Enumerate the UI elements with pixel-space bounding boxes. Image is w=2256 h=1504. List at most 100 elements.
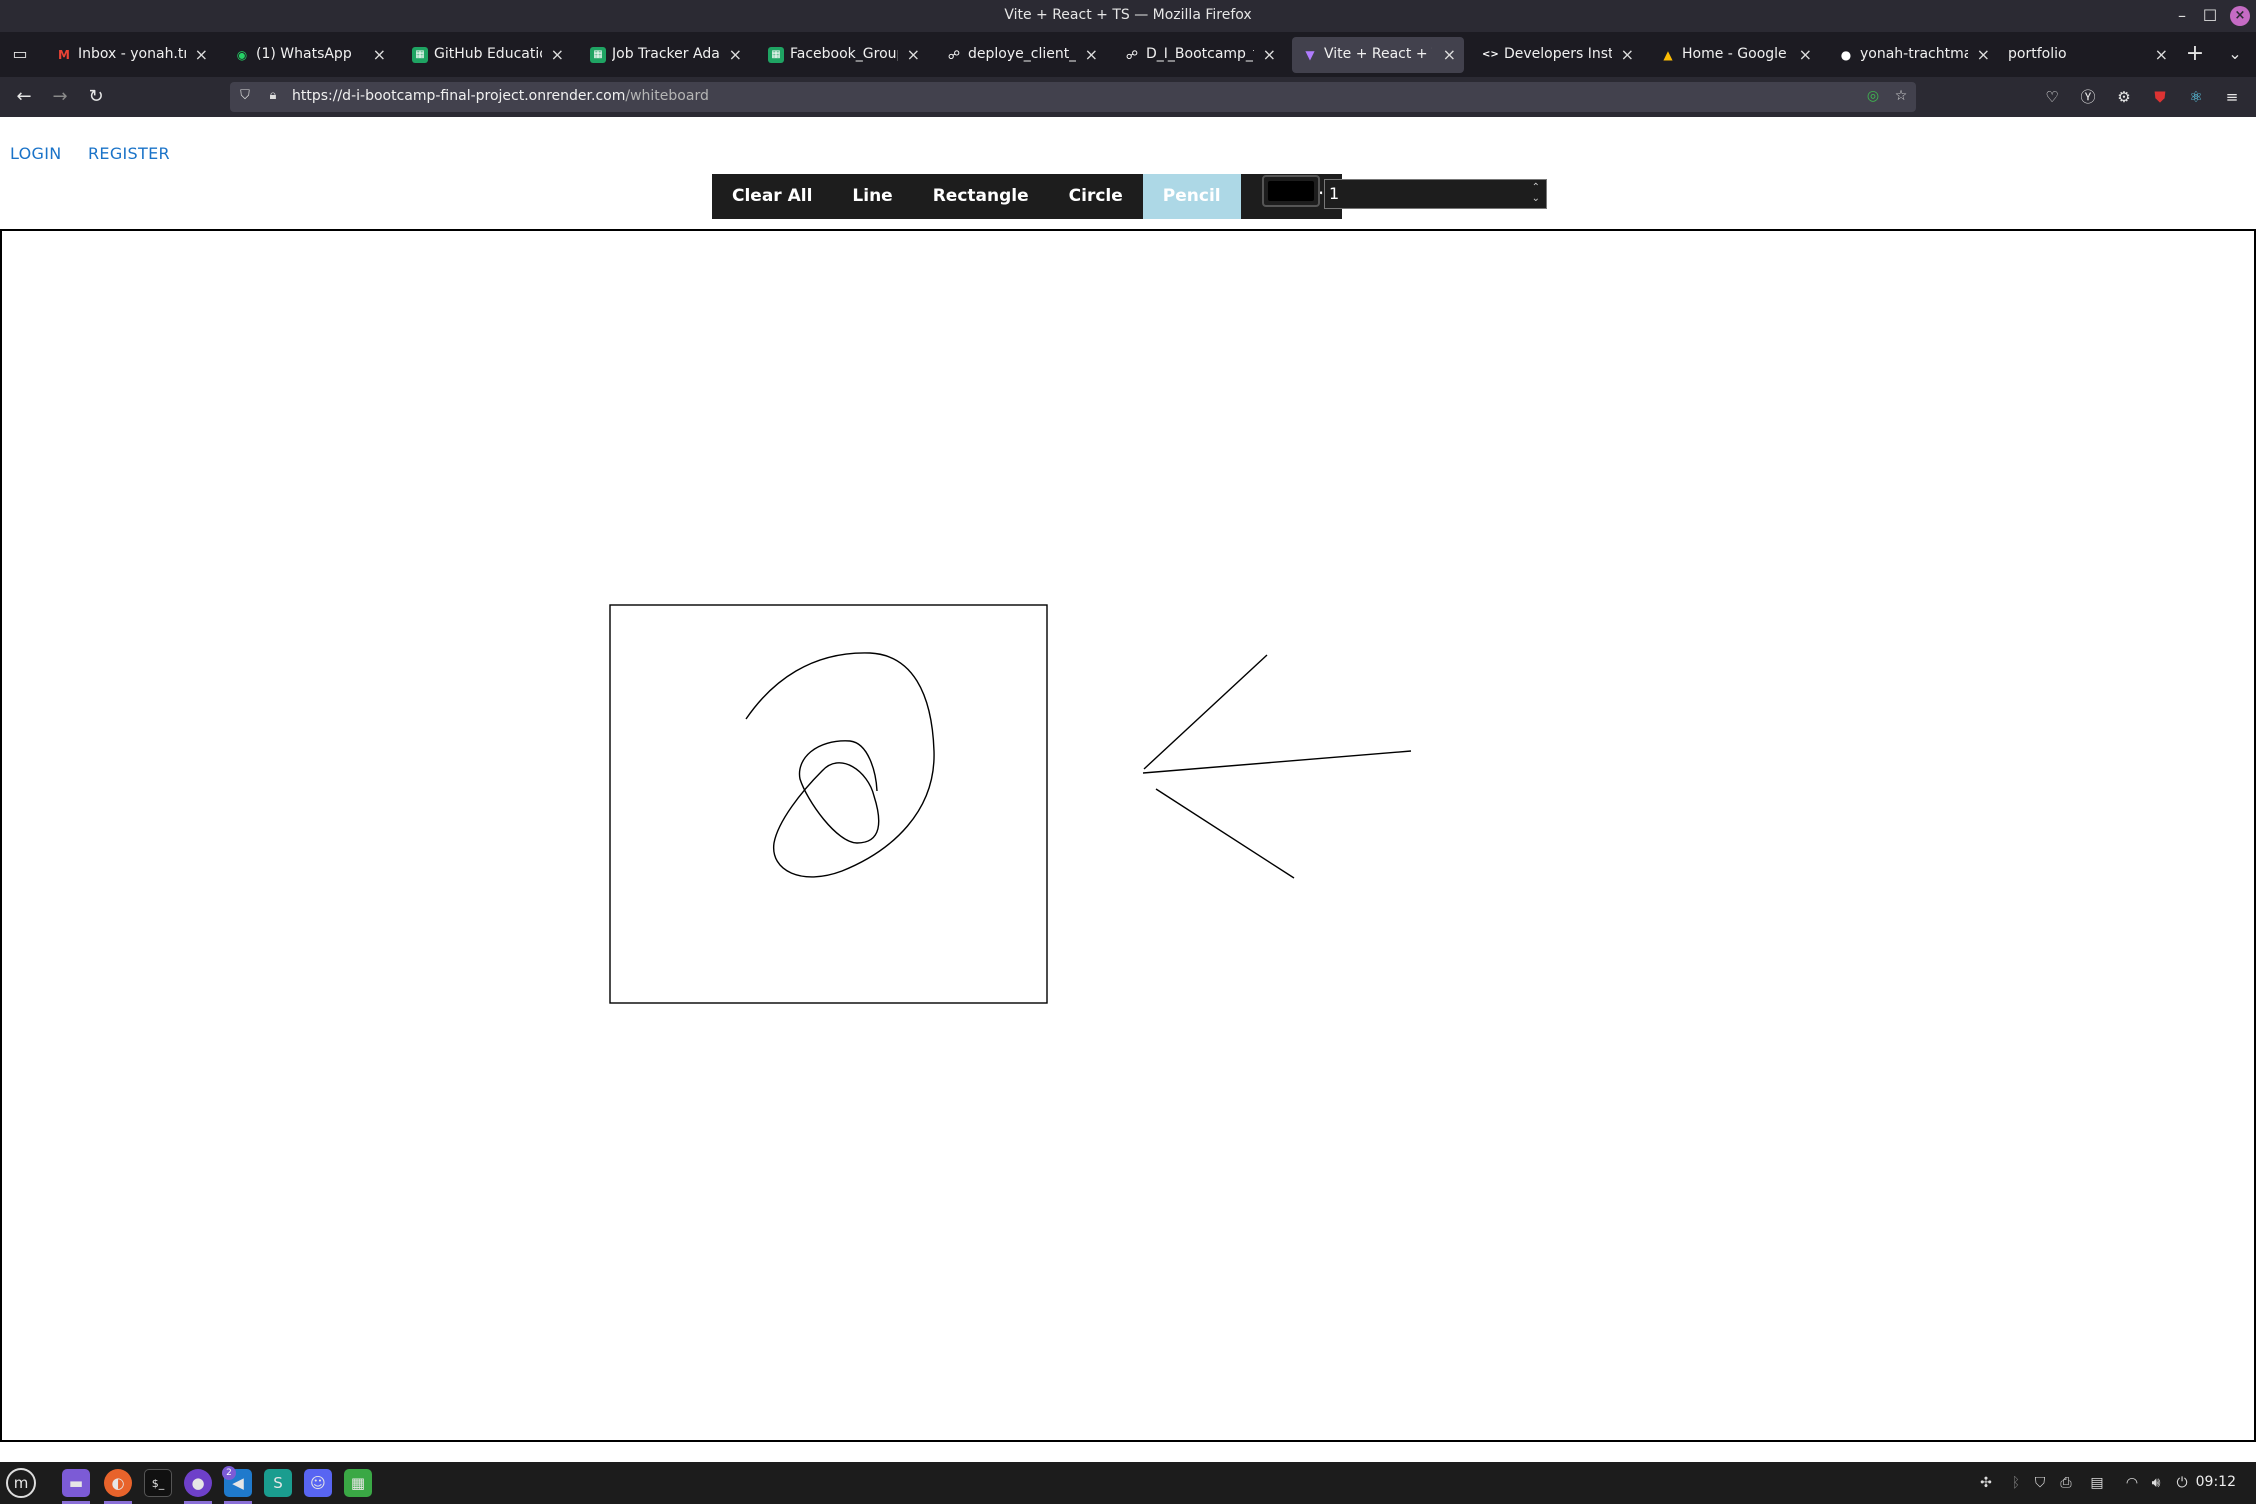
tab-label: yonah-trachtman/P xyxy=(1860,46,1968,62)
pencil-tool-button[interactable]: Pencil xyxy=(1142,174,1241,219)
tab-github[interactable]: ● yonah-trachtman/P × xyxy=(1828,37,1998,73)
reload-icon[interactable]: ↻ xyxy=(84,85,108,109)
color-picker[interactable] xyxy=(1262,175,1320,207)
tab-close-icon[interactable]: × xyxy=(1977,45,1990,64)
tab-portfolio[interactable]: portfolio × xyxy=(2006,37,2176,73)
back-arrow-icon[interactable]: ← xyxy=(12,85,36,109)
lock-icon[interactable]: 🔒︎ xyxy=(264,88,282,106)
wifi-icon[interactable]: ◠ xyxy=(2122,1473,2142,1493)
pencil-stroke xyxy=(745,652,935,878)
files-icon[interactable]: ▬ xyxy=(62,1469,90,1504)
rectangle-tool-button[interactable]: Rectangle xyxy=(912,174,1049,219)
tab-google-drive[interactable]: ▲ Home - Google Driv × xyxy=(1650,37,1820,73)
tab-close-icon[interactable]: × xyxy=(1263,45,1276,64)
tab-close-icon[interactable]: × xyxy=(195,45,208,64)
tab-close-icon[interactable]: × xyxy=(1443,45,1456,64)
line-tool-button[interactable]: Line xyxy=(832,174,913,219)
window-titlebar: Vite + React + TS — Mozilla Firefox – ☐ … xyxy=(0,0,2256,32)
terminal-icon[interactable]: $_ xyxy=(144,1469,172,1497)
us-flag-icon[interactable]: ▤ xyxy=(2084,1473,2110,1493)
tab-label: portfolio xyxy=(2008,46,2067,62)
drawn-line xyxy=(1142,750,1412,774)
profile-icon[interactable]: Ⓨ xyxy=(2076,85,2100,109)
vscode-badge: 2 xyxy=(222,1466,236,1480)
tab-label: Inbox - yonah.trachtn xyxy=(78,46,186,62)
tab-close-icon[interactable]: × xyxy=(907,45,920,64)
register-link[interactable]: REGISTER xyxy=(88,144,170,163)
tab-gmail[interactable]: M Inbox - yonah.trachtn × xyxy=(46,37,216,73)
new-tab-icon[interactable]: + xyxy=(2183,42,2207,66)
maximize-icon[interactable]: ☐ xyxy=(2198,4,2222,28)
login-link[interactable]: LOGIN xyxy=(10,144,62,163)
shield-icon[interactable]: ⛉ xyxy=(236,88,254,106)
sheets-icon: ▦ xyxy=(590,47,606,63)
mint-menu-icon[interactable]: m xyxy=(6,1468,36,1498)
tab-github-education[interactable]: ▦ GitHub Education - ( × xyxy=(402,37,572,73)
slack-tray-icon[interactable]: ✣ xyxy=(1976,1473,1996,1493)
pocket-icon[interactable]: ♡ xyxy=(2040,85,2064,109)
tab-job-tracker[interactable]: ▦ Job Tracker Adam Y × xyxy=(580,37,750,73)
extensions-icon[interactable]: ⚙ xyxy=(2112,85,2136,109)
bookmark-star-icon[interactable]: ☆ xyxy=(1892,88,1910,106)
tab-close-icon[interactable]: × xyxy=(2155,45,2168,64)
page-content: LOGIN REGISTER Clear All Line Rectangle … xyxy=(0,117,2256,1462)
gmail-icon: M xyxy=(58,48,70,62)
whiteboard-canvas[interactable] xyxy=(0,229,2256,1442)
ublock-icon[interactable]: ⛊ xyxy=(2148,85,2172,109)
tab-bar: ▭ M Inbox - yonah.trachtn × ◉ (1) WhatsA… xyxy=(0,32,2256,77)
tab-label: deploye_client_serv xyxy=(968,46,1076,62)
github-icon: ● xyxy=(1840,48,1852,62)
list-all-tabs-icon[interactable]: ⌄ xyxy=(2223,42,2247,66)
tab-vite-react[interactable]: ▼ Vite + React + TS × xyxy=(1292,37,1464,73)
system-taskbar: m ▬ ◐ $_ ● ◀ 2 S ☺ ▦ ✣ ᛒ ⛉ ⎙ ▤ ◠ 🔊︎ ⏻ 09… xyxy=(0,1462,2256,1504)
circle-tool-button[interactable]: Circle xyxy=(1048,174,1143,219)
github-desktop-icon[interactable]: ● xyxy=(184,1469,212,1504)
render-icon: ☍ xyxy=(947,48,961,62)
render-icon: ☍ xyxy=(1125,48,1139,62)
tab-close-icon[interactable]: × xyxy=(1799,45,1812,64)
volume-icon[interactable]: 🔊︎ xyxy=(2146,1473,2166,1493)
spreadsheet-icon[interactable]: ▦ xyxy=(344,1469,372,1497)
drawing-toolbar: Clear All Line Rectangle Circle Pencil E… xyxy=(712,174,1343,219)
reader-extension-icon[interactable]: ◎ xyxy=(1864,88,1882,106)
power-icon[interactable]: ⏻ xyxy=(2172,1473,2192,1493)
hamburger-menu-icon[interactable]: ≡ xyxy=(2220,85,2244,109)
tab-facebook-group[interactable]: ▦ Facebook_Group_Is × xyxy=(758,37,928,73)
stroke-size-value: 1 xyxy=(1329,184,1340,203)
window-title: Vite + React + TS — Mozilla Firefox xyxy=(1004,7,1252,23)
drive-icon: ▲ xyxy=(1663,48,1673,62)
tab-close-icon[interactable]: × xyxy=(1085,45,1098,64)
slack-icon[interactable]: S xyxy=(264,1469,292,1497)
url-path: /whiteboard xyxy=(625,88,709,104)
printer-icon[interactable]: ⎙ xyxy=(2056,1473,2076,1493)
stroke-size-input[interactable]: 1 ⌃ ⌄ xyxy=(1324,179,1547,209)
url-bar[interactable]: ⛉ 🔒︎ https://d-i-bootcamp-final-project.… xyxy=(230,82,1916,112)
tab-close-icon[interactable]: × xyxy=(1621,45,1634,64)
bluetooth-icon[interactable]: ᛒ xyxy=(2006,1473,2026,1493)
close-window-icon[interactable]: × xyxy=(2230,6,2250,26)
tab-close-icon[interactable]: × xyxy=(551,45,564,64)
tab-deploye-client[interactable]: ☍ deploye_client_serv × xyxy=(936,37,1106,73)
firefox-icon[interactable]: ◐ xyxy=(104,1469,132,1504)
tab-close-icon[interactable]: × xyxy=(729,45,742,64)
drawn-line xyxy=(1143,654,1268,770)
tab-label: Facebook_Group_Is xyxy=(790,46,898,62)
minimize-icon[interactable]: – xyxy=(2170,4,2194,28)
forward-arrow-icon[interactable]: → xyxy=(48,85,72,109)
sheets-icon: ▦ xyxy=(412,47,428,63)
tab-label: D_I_Bootcamp_fina xyxy=(1146,46,1254,62)
discord-icon[interactable]: ☺ xyxy=(304,1469,332,1497)
clear-all-button[interactable]: Clear All xyxy=(712,174,833,219)
shield-tray-icon[interactable]: ⛉ xyxy=(2030,1473,2050,1493)
react-devtools-icon[interactable]: ⚛ xyxy=(2184,85,2208,109)
clock[interactable]: 09:12 xyxy=(2196,1474,2236,1490)
url-text[interactable]: https://d-i-bootcamp-final-project.onren… xyxy=(292,88,709,104)
tab-developers-institute[interactable]: <> Developers Institute × xyxy=(1472,37,1642,73)
tab-whatsapp[interactable]: ◉ (1) WhatsApp × xyxy=(224,37,394,73)
tab-di-bootcamp[interactable]: ☍ D_I_Bootcamp_fina × xyxy=(1114,37,1284,73)
drawn-rectangle xyxy=(609,604,1048,1004)
tab-close-icon[interactable]: × xyxy=(373,45,386,64)
tab-overview-icon[interactable]: ▭ xyxy=(8,42,32,66)
spinner-arrows-icon[interactable]: ⌃ ⌄ xyxy=(1532,182,1540,204)
vite-icon: ▼ xyxy=(1305,48,1315,62)
